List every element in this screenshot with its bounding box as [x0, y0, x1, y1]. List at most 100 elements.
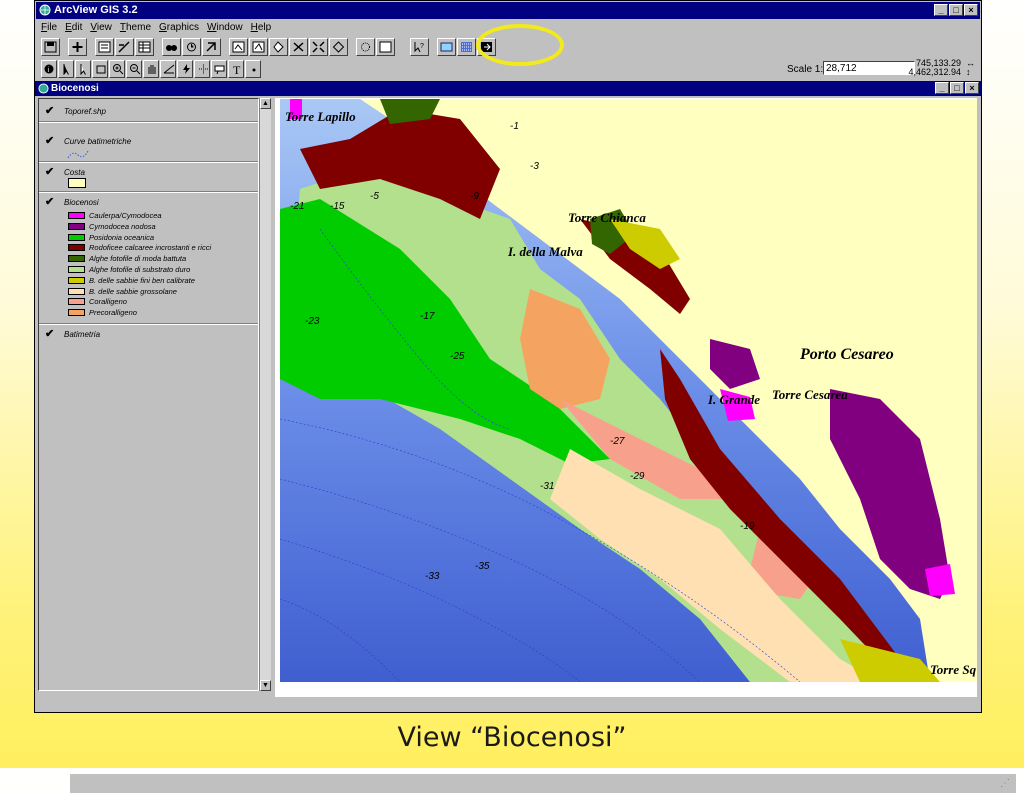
- custom-tool-b-button[interactable]: [457, 38, 476, 56]
- hotlink-tool[interactable]: [177, 60, 193, 78]
- zoom-tool[interactable]: [92, 60, 108, 78]
- find-button[interactable]: [162, 38, 181, 56]
- vertex-tool-icon: [80, 64, 86, 75]
- costa-checkbox[interactable]: ✔: [45, 165, 54, 178]
- toporef-checkbox[interactable]: ✔: [45, 104, 54, 117]
- view-title: Biocenosi: [51, 83, 99, 94]
- legend-swatch: [68, 276, 85, 284]
- zoom-in-tool-icon: [113, 64, 124, 75]
- menu-view[interactable]: View: [90, 20, 112, 36]
- place-label: Torre Chianca: [568, 210, 646, 225]
- place-label: I. Grande: [707, 392, 760, 407]
- zoom-active-button[interactable]: [249, 38, 268, 56]
- legend-label: Caulerpa/Cymodocea: [89, 211, 162, 220]
- status-bar: ⋰: [70, 774, 1016, 793]
- select-features-button[interactable]: [329, 38, 348, 56]
- legend-label: Precoralligeno: [89, 308, 137, 318]
- legend-swatch: [68, 309, 85, 317]
- toc-scrollbar[interactable]: ▲ ▼: [259, 98, 271, 691]
- open-table-button[interactable]: [135, 38, 154, 56]
- view-maximize-button[interactable]: □: [950, 82, 964, 94]
- legend-item: Precoralligeno: [68, 308, 137, 317]
- zoom-in-icon: [293, 42, 304, 52]
- maximize-button[interactable]: □: [949, 4, 963, 16]
- theme-properties-button[interactable]: [95, 38, 114, 56]
- save-icon: [44, 41, 57, 53]
- minimize-button[interactable]: _: [934, 4, 948, 16]
- zoom-selected-button[interactable]: [269, 38, 288, 56]
- zoom-full-button[interactable]: [229, 38, 248, 56]
- resize-grip-icon[interactable]: ⋰: [1000, 778, 1010, 789]
- menu-help[interactable]: Help: [251, 20, 272, 36]
- map-display[interactable]: Torre Lapillo Torre Chianca I. della Malva…: [275, 98, 977, 697]
- draw-point-tool[interactable]: [245, 60, 261, 78]
- help-icon: [379, 41, 392, 53]
- add-theme-icon: [72, 42, 83, 52]
- view-globe-icon: [38, 83, 49, 94]
- depth-label: -17: [420, 311, 435, 322]
- add-theme-button[interactable]: [68, 38, 87, 56]
- curve-checkbox[interactable]: ✔: [45, 134, 54, 147]
- edit-legend-button[interactable]: [115, 38, 134, 56]
- text-tool[interactable]: T: [228, 60, 244, 78]
- query-builder-button[interactable]: [182, 38, 201, 56]
- app-titlebar: ArcView GIS 3.2 _ □ ×: [36, 2, 980, 19]
- theme-toporef-label[interactable]: Toporef.shp: [64, 107, 106, 116]
- theme-costa-label[interactable]: Costa: [64, 168, 85, 177]
- save-button[interactable]: [41, 38, 60, 56]
- pan-tool[interactable]: [143, 60, 159, 78]
- theme-curve-label[interactable]: Curve batimetriche: [64, 137, 131, 146]
- view-minimize-button[interactable]: _: [935, 82, 949, 94]
- zoom-in-tool[interactable]: [109, 60, 125, 78]
- batimetria-checkbox[interactable]: ✔: [45, 327, 54, 340]
- help-button[interactable]: [376, 38, 395, 56]
- caulerpa-area-2: [925, 564, 955, 596]
- theme-biocenosi-label[interactable]: Biocenosi: [64, 198, 99, 207]
- legend-item: Coralligeno: [68, 297, 127, 306]
- legend-item: Cymodocea nodosa: [68, 222, 156, 231]
- legend-label: B. delle sabbie fini ben calibrate: [89, 275, 195, 285]
- custom-tool-a-button[interactable]: [437, 38, 456, 56]
- zoom-out-button[interactable]: [309, 38, 328, 56]
- depth-label: -33: [425, 571, 440, 582]
- pan-tool-icon: [148, 65, 156, 74]
- clear-selection-button[interactable]: [356, 38, 375, 56]
- measure-tool[interactable]: [160, 60, 176, 78]
- svg-text:T: T: [233, 63, 241, 75]
- zoom-active-icon: [252, 41, 265, 53]
- zoom-out-tool-icon: [130, 64, 141, 75]
- legend-item: Alghe fotofile di moda battuta: [68, 254, 186, 263]
- label-tool[interactable]: [194, 60, 210, 78]
- close-button[interactable]: ×: [964, 4, 978, 16]
- legend-label: Rodoficee calcaree incrostanti e ricci: [89, 243, 212, 253]
- zoom-in-button[interactable]: [289, 38, 308, 56]
- context-help-button[interactable]: ?: [410, 38, 429, 56]
- open-table-icon: [138, 41, 151, 53]
- pointer-tool[interactable]: [58, 60, 74, 78]
- vertex-tool[interactable]: [75, 60, 91, 78]
- text-label-tool[interactable]: [211, 60, 227, 78]
- zoom-out-tool[interactable]: [126, 60, 142, 78]
- biocenosi-checkbox[interactable]: ✔: [45, 195, 54, 208]
- menu-edit[interactable]: Edit: [65, 20, 82, 36]
- theme-batimetria-label[interactable]: Batimetria: [64, 330, 100, 339]
- place-label: Torre Cesarea: [772, 387, 848, 402]
- legend-item: B. delle sabbie grossolane: [68, 287, 177, 296]
- costa-swatch: [68, 178, 86, 188]
- legend-swatch: [68, 287, 85, 295]
- scale-input[interactable]: 28,712: [823, 61, 915, 75]
- menu-file[interactable]: File: [41, 20, 57, 36]
- legend-label: Alghe fotofile di moda battuta: [89, 254, 187, 264]
- scroll-up-icon[interactable]: ▲: [260, 98, 271, 109]
- view-close-button[interactable]: ×: [965, 82, 979, 94]
- menu-graphics[interactable]: Graphics: [159, 20, 199, 36]
- menu-window[interactable]: Window: [207, 20, 243, 36]
- map-canvas[interactable]: Torre Lapillo Torre Chianca I. della Malva…: [280, 99, 977, 682]
- custom-tool-b-icon: [461, 42, 472, 52]
- select-by-theme-button[interactable]: [202, 38, 221, 56]
- curve-line-icon: [67, 150, 89, 159]
- scroll-down-icon[interactable]: ▼: [260, 680, 271, 691]
- cursor-coordinates: 745,133.29 4,462,312.94: [908, 59, 961, 77]
- menu-theme[interactable]: Theme: [120, 20, 151, 36]
- identify-tool[interactable]: i: [41, 60, 57, 78]
